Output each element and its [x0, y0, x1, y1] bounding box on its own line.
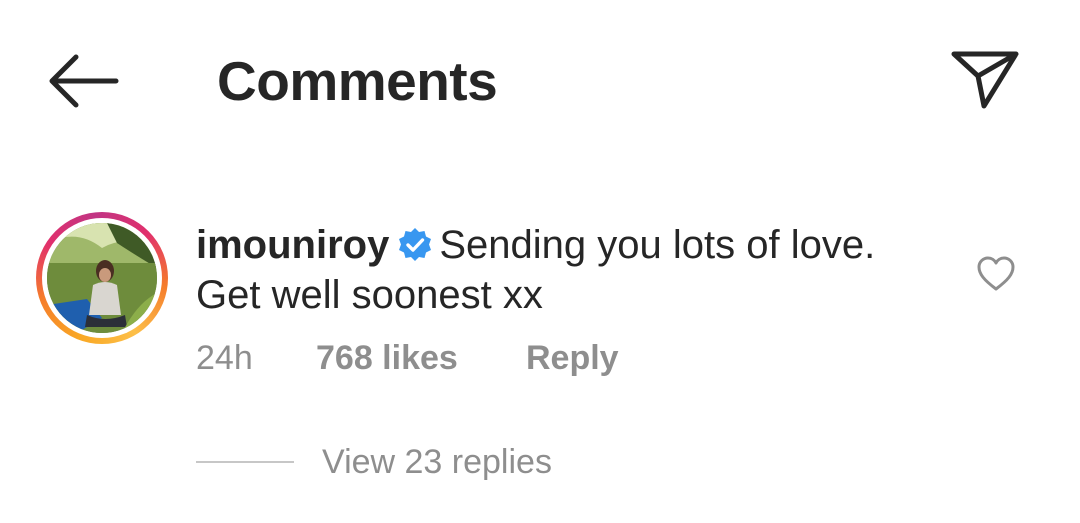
comment-meta: 24h 768 likes Reply — [196, 336, 619, 380]
arrow-left-icon — [49, 54, 119, 108]
page-title: Comments — [217, 50, 498, 112]
top-bar: Comments — [0, 0, 1080, 160]
comment-body: imouniroy Sending you lots of love. Get … — [196, 220, 936, 320]
like-comment-button[interactable] — [976, 254, 1016, 294]
verified-badge-icon — [399, 228, 432, 261]
replies-divider — [196, 461, 294, 463]
heart-outline-icon — [977, 256, 1015, 291]
direct-send-icon — [951, 51, 1019, 109]
comment-item: imouniroy Sending you lots of love. Get … — [0, 200, 1080, 500]
comment-likes[interactable]: 768 likes — [316, 336, 526, 380]
back-button[interactable] — [44, 46, 124, 116]
view-replies-label: View 23 replies — [322, 443, 552, 481]
comment-username[interactable]: imouniroy — [196, 223, 389, 267]
comment-timestamp: 24h — [196, 339, 253, 377]
view-replies-button[interactable]: View 23 replies — [196, 440, 552, 484]
avatar[interactable] — [47, 223, 157, 333]
share-button[interactable] — [948, 44, 1022, 114]
reply-button[interactable]: Reply — [526, 336, 619, 380]
story-ring — [36, 212, 168, 344]
profile-photo — [47, 223, 157, 333]
